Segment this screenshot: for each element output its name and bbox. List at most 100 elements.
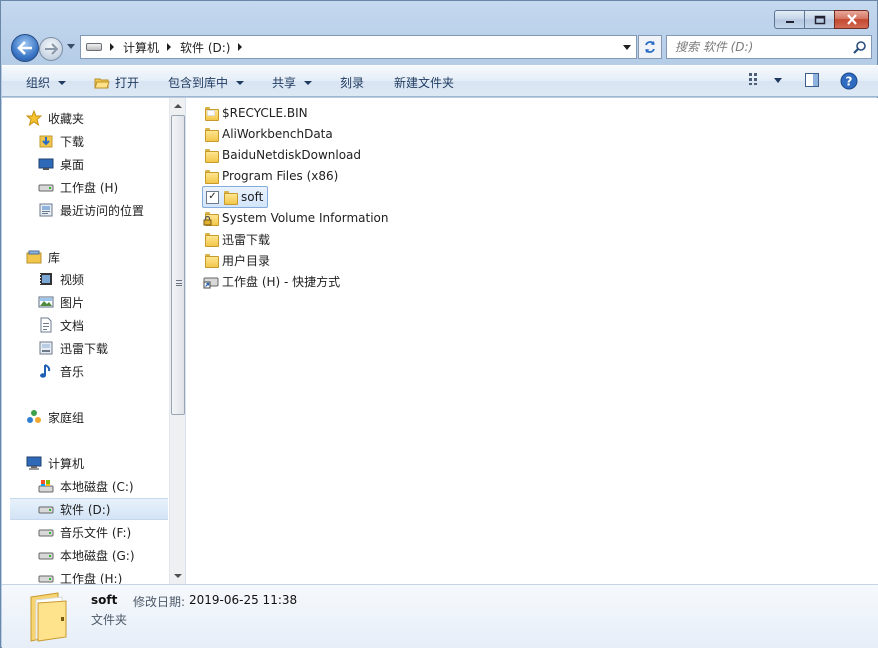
nav-item-downloads[interactable]: 下载 [38,130,185,152]
preview-pane-icon [805,73,819,87]
file-name: $RECYCLE.BIN [222,106,308,120]
minimize-button[interactable] [774,10,804,29]
folder-icon [203,147,219,163]
recent-places-icon [38,202,54,218]
burn-button[interactable]: 刻录 [340,74,364,91]
breadcrumb-drive-d[interactable]: 软件 (D:) [180,39,230,56]
folder-icon [203,105,219,121]
nav-item-documents[interactable]: 文档 [38,314,185,336]
computer-icon [26,455,42,471]
file-name: 工作盘 (H) - 快捷方式 [222,274,341,289]
nav-item-label: 文档 [60,318,85,333]
refresh-button[interactable] [638,35,662,59]
list-item[interactable]: 用户目录 [203,250,274,270]
breadcrumb-computer[interactable]: 计算机 [123,39,159,56]
nav-item-drive-c[interactable]: 本地磁盘 (C:) [38,475,185,497]
list-item-selected[interactable]: ✓ soft [202,186,269,208]
nav-favorites-label: 收藏夹 [48,111,85,126]
file-name: AliWorkbenchData [222,127,333,141]
nav-computer[interactable]: 计算机 [26,452,185,474]
list-item[interactable]: 迅雷下载 [203,229,274,249]
nav-item-desktop[interactable]: 桌面 [38,153,185,175]
address-bar[interactable]: 计算机 软件 (D:) [80,35,637,59]
nav-item-label: 最近访问的位置 [60,203,145,218]
view-options-dropdown[interactable] [774,78,782,83]
nav-item-label: 迅雷下载 [60,341,109,356]
nav-item-label: 工作盘 (H:) [60,571,123,585]
search-icon[interactable] [852,40,867,55]
nav-item-work-drive-h[interactable]: 工作盘 (H) [38,176,185,198]
recent-pages-dropdown[interactable] [67,44,75,49]
drive-icon [38,570,54,584]
include-in-library-button[interactable]: 包含到库中 [168,74,245,91]
details-pane: soft 修改日期: 2019-06-25 11:38 文件夹 [2,584,878,648]
nav-libraries[interactable]: 库 [26,246,185,268]
details-modified-label: 修改日期: [133,595,186,609]
change-view-button[interactable] [748,72,764,86]
video-icon [38,271,54,287]
drive-icon [86,43,102,51]
back-button[interactable] [11,34,39,62]
nav-item-label: 本地磁盘 (C:) [60,479,134,494]
breadcrumb-arrow-icon[interactable] [167,43,172,51]
folder-icon [222,189,238,205]
organize-button[interactable]: 组织 [26,74,67,91]
search-box[interactable] [666,35,872,59]
close-button[interactable] [834,10,869,29]
organize-label: 组织 [26,76,51,90]
address-history-dropdown[interactable] [623,45,631,50]
breadcrumb-arrow-icon[interactable] [238,43,243,51]
item-checkbox[interactable]: ✓ [206,190,219,204]
library-folder-icon [38,340,54,356]
nav-favorites[interactable]: 收藏夹 [26,107,185,129]
nav-item-drive-g[interactable]: 本地磁盘 (G:) [38,544,185,566]
view-options-icon [749,73,757,85]
list-item[interactable]: Program Files (x86) [203,166,342,186]
nav-homegroup[interactable]: 家庭组 [26,406,185,428]
nav-item-pictures[interactable]: 图片 [38,291,185,313]
navigation-pane: 收藏夹 下载 桌面 工作盘 (H) 最近访问的位置 库 视频 图片 文档 迅雷下… [2,98,186,584]
picture-icon [38,294,54,310]
nav-item-music[interactable]: 音乐 [38,360,185,382]
nav-item-videos[interactable]: 视频 [38,268,185,290]
scroll-down-arrow-icon[interactable] [174,574,182,578]
nav-item-recent-places[interactable]: 最近访问的位置 [38,199,185,221]
navigation-scrollbar[interactable] [169,98,185,584]
help-button[interactable]: ? [840,72,858,90]
nav-item-drive-h[interactable]: 工作盘 (H:) [38,567,185,585]
list-item[interactable]: AliWorkbenchData [203,124,337,144]
minimize-icon [785,20,794,23]
library-icon [26,249,42,265]
new-folder-button[interactable]: 新建文件夹 [394,74,454,91]
shortcut-icon [203,273,219,289]
downloads-folder-icon [38,133,54,149]
list-item[interactable]: BaiduNetdiskDownload [203,145,365,165]
nav-item-thunder-downloads[interactable]: 迅雷下载 [38,337,185,359]
locked-folder-icon [203,210,219,226]
drive-icon [38,547,54,563]
scrollbar-thumb[interactable] [171,115,185,415]
document-icon [38,317,54,333]
list-item[interactable]: System Volume Information [203,208,392,228]
details-file-type: 文件夹 [91,613,128,627]
open-button[interactable]: 打开 [94,74,139,91]
preview-pane-button[interactable] [804,72,820,88]
nav-item-drive-d[interactable]: 软件 (D:) [10,498,168,520]
maximize-button[interactable] [804,10,834,29]
drive-icon [38,524,54,540]
list-item[interactable]: 工作盘 (H) - 快捷方式 [203,271,344,291]
nav-item-drive-f[interactable]: 音乐文件 (F:) [38,521,185,543]
list-item[interactable]: $RECYCLE.BIN [203,103,312,123]
maximize-icon [814,15,825,24]
chevron-down-icon [58,80,67,85]
burn-label: 刻录 [340,76,365,90]
share-button[interactable]: 共享 [272,74,313,91]
breadcrumb-arrow-icon[interactable] [110,43,114,51]
forward-button[interactable] [39,37,63,61]
search-input[interactable] [675,40,845,54]
music-note-icon [38,363,54,379]
explorer-window: 计算机 软件 (D:) 组织 [0,0,878,648]
nav-homegroup-label: 家庭组 [48,410,85,425]
scroll-up-arrow-icon[interactable] [174,104,182,108]
window-controls [774,10,869,29]
